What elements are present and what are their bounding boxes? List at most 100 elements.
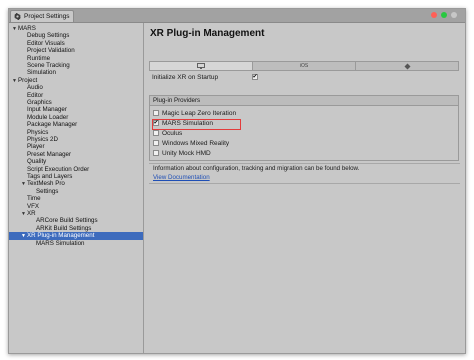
sidebar-item[interactable]: Tags and Layers — [9, 173, 143, 180]
sidebar-item[interactable]: Project Validation — [9, 47, 143, 54]
sidebar-item[interactable]: Editor — [9, 92, 143, 99]
sidebar-item-label: Editor — [27, 91, 44, 99]
project-settings-window: Project Settings ▼MARS Debug Settings Edit… — [8, 8, 466, 354]
sidebar-item[interactable]: Runtime — [9, 55, 143, 62]
provider-checkbox[interactable]: ✔ — [153, 120, 159, 126]
info-text: Information about configuration, trackin… — [153, 165, 360, 172]
sidebar-item-label: Project — [18, 76, 38, 84]
sidebar-item-label: ARKit Build Settings — [36, 224, 92, 232]
sidebar-item-label: Debug Settings — [27, 32, 70, 40]
sidebar-item-label: XR Plug-in Management — [27, 232, 95, 240]
platform-tabs: iOS — [149, 61, 459, 71]
sidebar-item-label: MARS Simulation — [36, 239, 85, 247]
title-bar: Project Settings — [9, 9, 465, 23]
divider — [149, 163, 460, 164]
sidebar-item[interactable]: MARS Simulation — [9, 240, 143, 247]
provider-row: Windows Mixed Reality — [153, 139, 229, 147]
sidebar-item[interactable]: Settings — [9, 188, 143, 195]
sidebar-item[interactable]: Scene Tracking — [9, 62, 143, 69]
provider-label: Unity Mock HMD — [162, 149, 211, 157]
sidebar-item[interactable]: ▼MARS — [9, 25, 143, 32]
init-xr-checkbox[interactable]: ✔ — [252, 74, 258, 80]
sidebar-item-label: Graphics — [27, 99, 52, 106]
sidebar-item-label: XR — [27, 210, 36, 217]
sidebar-item-label: MARS — [18, 25, 36, 32]
sidebar-item[interactable]: Physics — [9, 129, 143, 136]
monitor-icon — [197, 63, 205, 69]
sidebar-item-label: Preset Manager — [27, 150, 72, 158]
sidebar-item[interactable]: ▼TextMesh Pro — [9, 180, 143, 187]
provider-row: Magic Leap Zero Iteration — [153, 109, 236, 117]
provider-checkbox[interactable] — [153, 150, 159, 156]
provider-checkbox[interactable] — [153, 130, 159, 136]
sidebar-item[interactable]: ARKit Build Settings — [9, 225, 143, 232]
provider-label: Magic Leap Zero Iteration — [162, 109, 237, 117]
provider-label: MARS Simulation — [162, 119, 213, 127]
provider-checkbox[interactable] — [153, 140, 159, 146]
sidebar-item-label: Script Execution Order — [27, 165, 90, 173]
sidebar-item-label: Settings — [36, 187, 59, 195]
sidebar-item[interactable]: Time — [9, 195, 143, 202]
maximize-window-button[interactable] — [441, 12, 447, 18]
sidebar-item-label: Player — [27, 143, 45, 151]
plugin-providers-list: Plug-in Providers Magic Leap Zero Iterat… — [149, 95, 459, 161]
sidebar-item-label: Physics 2D — [27, 136, 58, 143]
sidebar-item[interactable]: ▼XR — [9, 210, 143, 217]
init-xr-row: Initialize XR on Startup ✔ — [152, 73, 258, 81]
sidebar-item[interactable]: Module Loader — [9, 114, 143, 121]
provider-row: ✔ MARS Simulation — [153, 119, 213, 127]
provider-checkbox[interactable] — [153, 110, 159, 116]
sidebar-item[interactable]: Player — [9, 143, 143, 150]
sidebar-item-label: Tags and Layers — [27, 173, 73, 180]
sidebar-item-label: Time — [27, 195, 41, 203]
sidebar-item[interactable]: Script Execution Order — [9, 166, 143, 173]
divider — [149, 183, 460, 184]
view-documentation-link[interactable]: View Documentation — [153, 174, 210, 181]
settings-sidebar: ▼MARS Debug Settings Editor Visuals Project… — [9, 23, 144, 353]
sidebar-item[interactable]: ARCore Build Settings — [9, 217, 143, 224]
tab-standalone[interactable] — [150, 62, 253, 70]
sidebar-item-label: Editor Visuals — [27, 39, 65, 47]
provider-label: Windows Mixed Reality — [162, 139, 230, 147]
sidebar-item[interactable]: Editor Visuals — [9, 40, 143, 47]
sidebar-item[interactable]: Graphics — [9, 99, 143, 106]
provider-row: Unity Mock HMD — [153, 149, 211, 157]
sidebar-item-label: Input Manager — [27, 106, 67, 114]
init-xr-label: Initialize XR on Startup — [152, 73, 219, 81]
sidebar-item[interactable]: Simulation — [9, 69, 143, 76]
settings-main-panel: XR Plug-in Management iOS Initialize XR … — [144, 23, 465, 353]
sidebar-item[interactable]: Physics 2D — [9, 136, 143, 143]
provider-row: Oculus — [153, 129, 182, 137]
sidebar-item[interactable]: Debug Settings — [9, 32, 143, 39]
android-icon — [404, 63, 410, 69]
sidebar-item-label: Quality — [27, 158, 47, 166]
sidebar-item[interactable]: Audio — [9, 84, 143, 91]
tab-label: Project Settings — [24, 13, 70, 20]
sidebar-item-label: TextMesh Pro — [27, 180, 65, 188]
sidebar-item-label: Physics — [27, 128, 49, 136]
tab-project-settings[interactable]: Project Settings — [10, 10, 74, 22]
sidebar-item[interactable]: Package Manager — [9, 121, 143, 128]
sidebar-item[interactable]: ▼XR Plug-in Management — [9, 232, 143, 240]
sidebar-item[interactable]: Input Manager — [9, 106, 143, 113]
sidebar-item-label: Simulation — [27, 69, 56, 77]
sidebar-item[interactable]: Preset Manager — [9, 151, 143, 158]
plugin-providers-header: Plug-in Providers — [150, 96, 458, 106]
sidebar-item-label: Package Manager — [27, 121, 78, 129]
sidebar-item-label: Module Loader — [27, 113, 69, 121]
minimize-window-button[interactable] — [451, 12, 457, 18]
tab-android[interactable] — [356, 62, 458, 70]
sidebar-item[interactable]: VFX — [9, 203, 143, 210]
gear-icon — [14, 13, 21, 20]
page-title: XR Plug-in Management — [150, 28, 265, 39]
sidebar-item-label: ARCore Build Settings — [36, 217, 98, 225]
sidebar-item-label: VFX — [27, 202, 40, 210]
ios-icon: iOS — [299, 63, 309, 69]
sidebar-item[interactable]: ▼Project — [9, 77, 143, 84]
sidebar-item-label: Audio — [27, 84, 43, 92]
sidebar-item[interactable]: Quality — [9, 158, 143, 165]
sidebar-item-label: Project Validation — [27, 47, 75, 55]
close-window-button[interactable] — [431, 12, 437, 18]
tab-ios[interactable]: iOS — [253, 62, 356, 70]
sidebar-item-label: Runtime — [27, 54, 51, 62]
